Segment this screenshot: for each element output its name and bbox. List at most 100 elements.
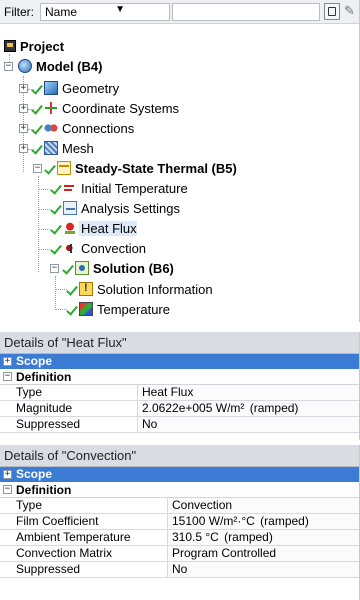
details-title: Details of "Heat Flux": [0, 332, 359, 354]
property-value[interactable]: 310.5 °C (ramped): [168, 530, 359, 545]
tree-node-geometry[interactable]: Geometry: [33, 78, 119, 98]
details-title: Details of "Convection": [0, 445, 359, 467]
tree-node-model[interactable]: Model (B4): [18, 56, 102, 76]
scope-group-row[interactable]: + Scope: [0, 467, 359, 482]
checkmark-icon: [52, 201, 62, 215]
filter-clear-button[interactable]: ✎: [344, 3, 359, 20]
checkmark-icon: [64, 261, 74, 275]
scope-group-label: Scope: [16, 354, 53, 368]
property-row-magnitude[interactable]: Magnitude 2.0622e+005 W/m² (ramped): [0, 401, 359, 417]
expand-toggle-connections[interactable]: +: [19, 124, 28, 133]
expand-toggle-coordinate-systems[interactable]: +: [19, 104, 28, 113]
chevron-down-icon: ▼: [115, 4, 125, 15]
expand-toggle-scope[interactable]: +: [3, 357, 12, 366]
property-row-type[interactable]: Type Convection: [0, 498, 359, 514]
filter-search-input[interactable]: [172, 3, 320, 21]
connections-icon: [44, 121, 58, 135]
checkmark-icon: [52, 181, 62, 195]
expand-toggle-geometry[interactable]: +: [19, 84, 28, 93]
property-name: Ambient Temperature: [0, 530, 168, 545]
coordinate-axes-icon: [44, 101, 58, 115]
details-panel-heat-flux: Details of "Heat Flux" + Scope − Definit…: [0, 332, 360, 440]
property-row-film-coefficient[interactable]: Film Coefficient 15100 W/m²·°C (ramped): [0, 514, 359, 530]
property-value[interactable]: Heat Flux: [138, 385, 359, 400]
property-row-type[interactable]: Type Heat Flux: [0, 385, 359, 401]
tree-node-label: Steady-State Thermal (B5): [75, 160, 237, 176]
tree-node-temperature[interactable]: Temperature: [68, 299, 170, 319]
tree-node-convection[interactable]: Convection: [52, 238, 146, 258]
property-row-ambient-temperature[interactable]: Ambient Temperature 310.5 °C (ramped): [0, 530, 359, 546]
ramped-tag: (ramped): [224, 530, 273, 544]
tree-node-label: Coordinate Systems: [62, 100, 180, 116]
analysis-settings-icon: [63, 201, 77, 215]
tree-node-label: Project: [20, 38, 65, 54]
tree-connector: [38, 189, 50, 190]
tree-connector: [55, 289, 67, 290]
initial-temperature-icon: [63, 181, 77, 195]
tree-node-initial-temperature[interactable]: Initial Temperature: [52, 178, 188, 198]
tree-node-label: Analysis Settings: [81, 200, 180, 216]
thermal-analysis-icon: [57, 161, 71, 175]
collapse-toggle-definition[interactable]: −: [3, 372, 12, 381]
collapse-toggle-solution[interactable]: −: [50, 264, 59, 273]
property-value-text: No: [172, 562, 188, 576]
tree-node-heat-flux[interactable]: Heat Flux: [52, 218, 137, 238]
tree-node-label: Heat Flux: [79, 220, 137, 236]
solution-information-icon: [79, 282, 93, 296]
tree-node-solution[interactable]: Solution (B6): [64, 258, 174, 278]
tree-connector: [38, 229, 50, 230]
filter-type-value: Name: [45, 5, 78, 19]
filter-type-dropdown[interactable]: Name ▼: [40, 3, 170, 21]
outline-tree-panel: Filter: Name ▼ ✎ Project − Model (B4) +: [0, 0, 360, 322]
property-value[interactable]: 2.0622e+005 W/m² (ramped): [138, 401, 359, 416]
tree-node-label: Initial Temperature: [81, 180, 188, 196]
tree-node-solution-information[interactable]: Solution Information: [68, 279, 213, 299]
property-value[interactable]: 15100 W/m²·°C (ramped): [168, 514, 359, 529]
tree-node-coordinate-systems[interactable]: Coordinate Systems: [33, 98, 179, 118]
checkmark-icon: [68, 282, 78, 296]
filter-search-button[interactable]: [324, 3, 340, 20]
tree-node-analysis-settings[interactable]: Analysis Settings: [52, 198, 180, 218]
expand-toggle-mesh[interactable]: +: [19, 144, 28, 153]
search-icon: [328, 7, 336, 16]
geometry-icon: [44, 81, 58, 95]
collapse-toggle-definition[interactable]: −: [3, 485, 12, 494]
tree-connector: [55, 309, 67, 310]
definition-group-row[interactable]: − Definition: [0, 482, 359, 498]
tree-node-label: Model (B4): [36, 58, 103, 74]
property-value-text: 15100 W/m²·°C: [172, 514, 255, 528]
tree-node-steady-state-thermal[interactable]: Steady-State Thermal (B5): [46, 158, 237, 178]
heat-flux-icon: [63, 221, 77, 235]
checkmark-icon: [52, 221, 62, 235]
tree-node-project[interactable]: Project: [4, 36, 64, 56]
project-icon: [4, 40, 16, 52]
checkmark-icon: [46, 161, 56, 175]
property-name: Type: [0, 498, 168, 513]
property-value-text: Convection: [172, 498, 233, 512]
definition-group-row[interactable]: − Definition: [0, 369, 359, 385]
tree-node-mesh[interactable]: Mesh: [33, 138, 94, 158]
property-row-suppressed[interactable]: Suppressed No: [0, 417, 359, 433]
property-value[interactable]: Program Controlled: [168, 546, 359, 561]
property-value[interactable]: No: [138, 417, 359, 432]
tree-node-connections[interactable]: Connections: [33, 118, 134, 138]
property-value[interactable]: No: [168, 562, 359, 577]
property-value[interactable]: Convection: [168, 498, 359, 513]
scope-group-label: Scope: [16, 467, 53, 481]
property-name: Convection Matrix: [0, 546, 168, 561]
property-value-text: Program Controlled: [172, 546, 277, 560]
filter-label: Filter:: [4, 5, 34, 19]
property-name: Film Coefficient: [0, 514, 168, 529]
property-row-convection-matrix[interactable]: Convection Matrix Program Controlled: [0, 546, 359, 562]
pencil-icon: ✎: [344, 3, 355, 18]
scope-group-row[interactable]: + Scope: [0, 354, 359, 369]
property-value-text: 310.5 °C: [172, 530, 219, 544]
expand-toggle-scope[interactable]: +: [3, 470, 12, 479]
tree-node-label: Solution Information: [97, 281, 213, 297]
property-name: Suppressed: [0, 562, 168, 577]
checkmark-icon: [33, 141, 43, 155]
collapse-toggle-model[interactable]: −: [4, 62, 13, 71]
property-row-suppressed[interactable]: Suppressed No: [0, 562, 359, 578]
collapse-toggle-analysis[interactable]: −: [33, 164, 42, 173]
property-name: Suppressed: [0, 417, 138, 432]
